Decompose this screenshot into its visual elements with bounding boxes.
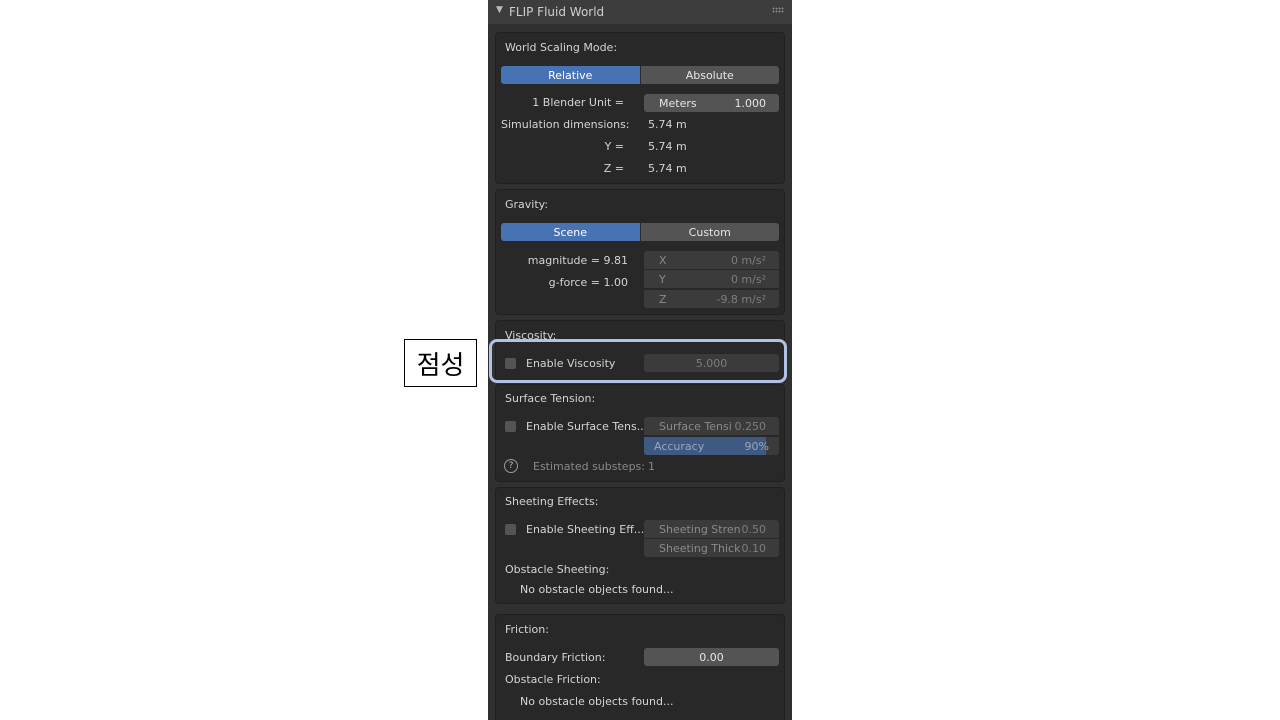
sim-y-value: 5.74 m: [648, 140, 687, 153]
gravity-gforce: g-force = 1.00: [548, 276, 628, 289]
unit-name: Meters: [659, 97, 697, 110]
friction-heading: Friction:: [505, 623, 549, 636]
surface-tension-field[interactable]: Surface Tensi 0.250: [644, 417, 779, 435]
world-scaling-section: World Scaling Mode: Relative Absolute 1 …: [495, 32, 785, 184]
sheeting-thickness-label: Sheeting Thick: [659, 542, 741, 555]
gravity-x-value: 0 m/s²: [730, 254, 766, 267]
boundary-friction-value: 0.00: [699, 651, 724, 664]
help-icon[interactable]: ?: [504, 459, 518, 473]
estimated-substeps-label: Estimated substeps:: [533, 460, 645, 473]
obstacle-sheeting-note: No obstacle objects found...: [520, 583, 674, 596]
panel-header[interactable]: ▼ FLIP Fluid World: [488, 0, 792, 24]
accuracy-label: Accuracy: [654, 440, 705, 453]
sheeting-strength-field[interactable]: Sheeting Stren 0.50: [644, 520, 779, 538]
absolute-mode-button[interactable]: Absolute: [640, 66, 779, 84]
surface-tension-heading: Surface Tension:: [505, 392, 596, 405]
sheeting-strength-label: Sheeting Stren: [659, 523, 741, 536]
relative-mode-button[interactable]: Relative: [501, 66, 641, 84]
enable-surface-tension-checkbox[interactable]: [505, 421, 516, 432]
sim-z-label: Z =: [603, 162, 624, 175]
gravity-section: Gravity: Scene Custom magnitude = 9.81 g…: [495, 189, 785, 315]
blender-unit-label: 1 Blender Unit =: [532, 96, 624, 109]
surface-tension-value: 0.250: [734, 420, 767, 433]
gravity-y-label: Y: [659, 273, 666, 286]
gravity-x-label: X: [659, 254, 667, 267]
custom-gravity-button[interactable]: Custom: [640, 223, 779, 241]
sim-z-value: 5.74 m: [648, 162, 687, 175]
enable-sheeting-checkbox[interactable]: [505, 524, 516, 535]
accuracy-slider[interactable]: Accuracy 90%: [644, 437, 779, 455]
sim-x-value: 5.74 m: [648, 118, 687, 131]
gravity-x-field[interactable]: X 0 m/s²: [644, 251, 779, 269]
world-scaling-heading: World Scaling Mode:: [505, 41, 618, 54]
viscosity-callout-label: 점성: [404, 339, 477, 387]
unit-scale-field[interactable]: Meters 1.000: [644, 94, 779, 112]
sheeting-thickness-field[interactable]: Sheeting Thick 0.10: [644, 539, 779, 557]
collapse-triangle-icon[interactable]: ▼: [496, 5, 503, 15]
sheeting-thickness-value: 0.10: [741, 542, 767, 555]
friction-section: Friction: Boundary Friction: 0.00 Obstac…: [495, 614, 785, 720]
obstacle-friction-heading: Obstacle Friction:: [505, 673, 601, 686]
gravity-heading: Gravity:: [505, 198, 549, 211]
gravity-y-value: 0 m/s²: [730, 273, 766, 286]
accuracy-value: 90%: [744, 440, 769, 453]
sheeting-effects-section: Sheeting Effects: Enable Sheeting Eff...…: [495, 487, 785, 604]
drag-grip-icon[interactable]: [772, 7, 784, 13]
sheeting-strength-value: 0.50: [741, 523, 767, 536]
surface-tension-label: Surface Tensi: [659, 420, 732, 433]
surface-tension-section: Surface Tension: Enable Surface Tens... …: [495, 384, 785, 482]
obstacle-friction-note: No obstacle objects found...: [520, 695, 674, 708]
estimated-substeps-value: 1: [648, 460, 655, 473]
boundary-friction-label: Boundary Friction:: [505, 651, 606, 664]
gravity-magnitude: magnitude = 9.81: [527, 254, 628, 267]
gravity-y-field[interactable]: Y 0 m/s²: [644, 270, 779, 288]
panel-title: FLIP Fluid World: [509, 5, 605, 19]
world-scaling-mode-toggle: Relative Absolute: [501, 66, 779, 84]
gravity-z-label: Z: [659, 293, 667, 306]
unit-value: 1.000: [734, 97, 767, 110]
gravity-mode-toggle: Scene Custom: [501, 223, 779, 241]
scene-gravity-button[interactable]: Scene: [501, 223, 641, 241]
enable-sheeting-label[interactable]: Enable Sheeting Eff...: [526, 523, 644, 536]
gravity-z-value: -9.8 m/s²: [716, 293, 766, 306]
viscosity-highlight-frame: [489, 339, 787, 383]
enable-surface-tension-label[interactable]: Enable Surface Tens...: [526, 420, 647, 433]
sim-dimensions-label: Simulation dimensions: ...: [501, 118, 629, 131]
sim-y-label: Y =: [604, 140, 624, 153]
obstacle-sheeting-heading: Obstacle Sheeting:: [505, 563, 610, 576]
gravity-z-field[interactable]: Z -9.8 m/s²: [644, 290, 779, 308]
boundary-friction-field[interactable]: 0.00: [644, 648, 779, 666]
sheeting-effects-heading: Sheeting Effects:: [505, 495, 599, 508]
